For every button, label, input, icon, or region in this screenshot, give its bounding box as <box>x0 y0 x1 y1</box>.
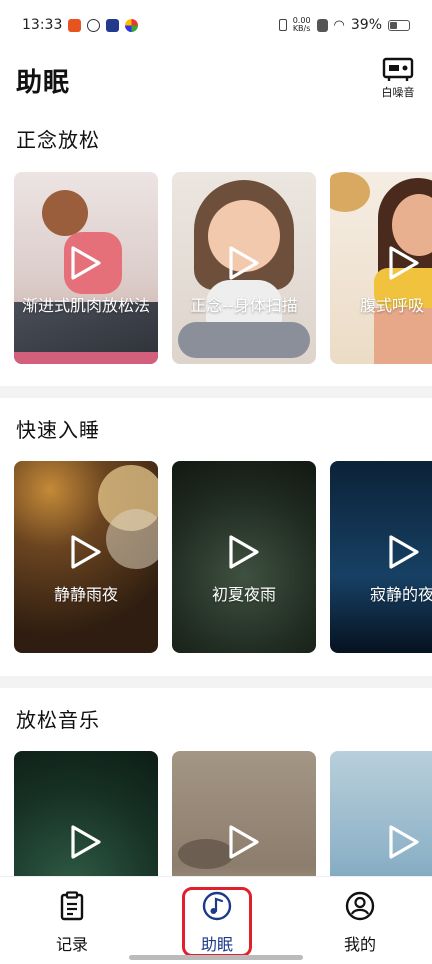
status-bar-right: 0.00 KB/s ◠ 39% <box>278 16 410 33</box>
notification-app-icon <box>68 18 82 32</box>
clock: 13:33 <box>22 17 63 33</box>
bokeh-light <box>106 509 158 569</box>
card-row: 渐进式肌肉放松法 正念--身体扫描 腹式呼吸 <box>14 172 432 364</box>
card-label: 初夏夜雨 <box>211 585 276 604</box>
white-noise-label: 白噪音 <box>381 86 415 99</box>
audio-card[interactable]: 正念--身体扫描 <box>172 172 316 364</box>
card-label: 静静雨夜 <box>53 585 118 604</box>
section-title: 快速入睡 <box>16 418 100 442</box>
tab-profile[interactable]: 我的 <box>320 891 400 955</box>
play-icon <box>71 535 101 569</box>
tab-record[interactable]: 记录 <box>32 891 112 955</box>
play-icon <box>229 246 259 280</box>
play-icon <box>389 535 419 569</box>
status-bar-left: 13:33 <box>22 17 139 33</box>
tab-label: 记录 <box>55 935 88 954</box>
notification-link-icon <box>87 18 101 32</box>
illustration-legs <box>178 322 310 358</box>
active-tab-highlight <box>182 887 252 957</box>
section-divider <box>0 676 432 688</box>
section-title: 放松音乐 <box>16 708 100 732</box>
vibrate-icon <box>278 19 287 31</box>
tab-label: 我的 <box>343 935 376 954</box>
audio-card[interactable] <box>14 751 158 877</box>
no-sim-icon <box>316 18 328 32</box>
battery-icon <box>388 19 410 31</box>
notification-play-icon <box>106 18 120 32</box>
card-label: 寂静的夜 <box>370 585 432 604</box>
wifi-icon: ◠ <box>333 17 345 33</box>
play-icon <box>71 246 101 280</box>
play-icon <box>229 535 259 569</box>
play-icon <box>389 825 419 859</box>
notification-color-icon <box>125 18 139 32</box>
status-bar: 13:33 0.00 KB/s ◠ 39% <box>0 0 432 50</box>
illustration-sun <box>330 172 370 212</box>
section-title: 正念放松 <box>16 128 100 152</box>
audio-card[interactable] <box>172 751 316 877</box>
section-divider <box>0 386 432 398</box>
network-speed: 0.00 KB/s <box>292 16 311 33</box>
audio-card[interactable] <box>330 751 432 877</box>
card-label: 渐进式肌肉放松法 <box>21 296 150 315</box>
audio-card[interactable]: 渐进式肌肉放松法 <box>14 172 158 364</box>
audio-card[interactable]: 腹式呼吸 <box>330 172 432 364</box>
home-indicator[interactable] <box>129 955 303 960</box>
play-icon <box>389 246 419 280</box>
play-icon <box>71 825 101 859</box>
illustration-body <box>374 308 432 364</box>
card-row: 静静雨夜 初夏夜雨 寂静的夜 <box>14 461 432 653</box>
clipboard-icon <box>60 891 84 921</box>
audio-card[interactable]: 初夏夜雨 <box>172 461 316 653</box>
page-title: 助眠 <box>16 68 71 98</box>
illustration-stone <box>178 839 234 869</box>
page-header: 助眠 白噪音 <box>0 56 432 106</box>
card-label: 正念--身体扫描 <box>190 296 298 315</box>
illustration-head <box>42 190 88 236</box>
white-noise-button[interactable]: 白噪音 <box>378 56 418 100</box>
card-row <box>14 751 432 877</box>
radio-icon <box>382 57 414 81</box>
audio-card[interactable]: 寂静的夜 <box>330 461 432 653</box>
battery-percent: 39% <box>350 17 382 33</box>
illustration-mat <box>14 352 158 364</box>
audio-card[interactable]: 静静雨夜 <box>14 461 158 653</box>
user-icon <box>345 891 375 921</box>
play-icon <box>229 825 259 859</box>
card-label: 腹式呼吸 <box>360 296 425 315</box>
